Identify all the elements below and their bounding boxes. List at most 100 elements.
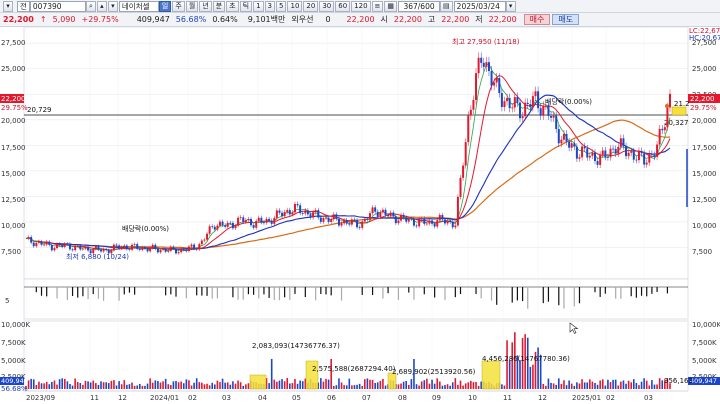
interval-30-button[interactable]: 30 bbox=[319, 0, 335, 12]
interval-3-button[interactable]: 3 bbox=[264, 0, 276, 12]
candle-body bbox=[438, 215, 441, 221]
arrow-down-icon[interactable]: ▾ bbox=[107, 0, 118, 12]
interval-120-button[interactable]: 120 bbox=[351, 0, 371, 12]
volume-bar bbox=[144, 385, 146, 389]
buy-button[interactable]: 매수 bbox=[523, 14, 551, 25]
volume-bar bbox=[151, 382, 154, 389]
candle-body bbox=[415, 225, 418, 227]
time-tick: 11 bbox=[90, 394, 99, 402]
candle-body bbox=[314, 210, 317, 213]
candle-body bbox=[185, 249, 188, 252]
period-second-button[interactable]: 초 bbox=[226, 0, 239, 12]
candle-body bbox=[557, 129, 560, 144]
indicator-bar bbox=[325, 287, 327, 295]
menu-icon[interactable]: ▾ bbox=[3, 0, 13, 12]
interval-5-button[interactable]: 5 bbox=[276, 0, 287, 12]
arrow-up-icon[interactable]: ▴ bbox=[96, 0, 107, 12]
change-arrow-icon: ↑ bbox=[39, 15, 47, 24]
volume-left-pct: 56.68% bbox=[1, 385, 28, 393]
indicator-bar bbox=[196, 287, 198, 296]
candle-body bbox=[345, 220, 348, 224]
interval-10-button[interactable]: 10 bbox=[287, 0, 303, 12]
volume-bar bbox=[283, 381, 286, 389]
candle-body bbox=[663, 127, 666, 131]
indicator-bar bbox=[232, 287, 234, 298]
period-year-button[interactable]: 년 bbox=[199, 0, 212, 12]
volume-bar bbox=[583, 382, 586, 389]
volume-bar bbox=[138, 383, 141, 389]
interval-60-button[interactable]: 60 bbox=[335, 0, 351, 12]
candle-body bbox=[635, 159, 638, 161]
calendar-icon[interactable]: ▤ bbox=[440, 0, 453, 12]
interval-1-button[interactable]: 1 bbox=[253, 0, 264, 12]
candle-body bbox=[462, 165, 465, 178]
candle-body bbox=[539, 108, 542, 116]
search-icon[interactable]: ⌕ bbox=[85, 0, 96, 12]
volume-bar bbox=[591, 381, 594, 389]
stock-code-input[interactable]: 007390 bbox=[29, 0, 86, 12]
ownership-value: 0 bbox=[325, 15, 331, 24]
candle-body bbox=[588, 155, 591, 158]
market-select[interactable]: 전 bbox=[17, 0, 30, 12]
volume-bar bbox=[102, 382, 105, 389]
sell-button[interactable]: 매도 bbox=[552, 14, 580, 25]
volume-bar bbox=[431, 379, 433, 389]
indicator-bar bbox=[330, 287, 332, 296]
volume-bar bbox=[457, 384, 459, 389]
candle-body bbox=[531, 96, 534, 108]
date-dropdown-icon[interactable]: ▾ bbox=[505, 0, 516, 12]
time-tick: 2023/09 bbox=[26, 394, 55, 402]
volume-bar bbox=[607, 379, 609, 389]
stock-chart[interactable]: 27,500 25,000 22,500 20,000 17,500 15,00… bbox=[0, 27, 720, 404]
volume-annotation: 4,456,286(14767780.36) bbox=[482, 355, 570, 363]
bar-count-input[interactable]: 367/600 bbox=[398, 0, 441, 12]
list-icon[interactable]: ≡ bbox=[371, 0, 384, 12]
candle-body bbox=[568, 141, 571, 148]
candle-body bbox=[542, 105, 545, 116]
date-input[interactable]: 2025/03/24 bbox=[453, 0, 506, 12]
period-week-button[interactable]: 주 bbox=[172, 0, 185, 12]
volume-bar bbox=[643, 378, 645, 389]
period-tick-button[interactable]: 틱 bbox=[239, 0, 253, 12]
volume-bar bbox=[612, 379, 614, 389]
volume-bar bbox=[338, 378, 340, 389]
indicator-bar bbox=[263, 287, 265, 295]
volume-bar bbox=[656, 384, 658, 389]
price-tick-left: 12,500 bbox=[1, 196, 26, 204]
volume-bar bbox=[126, 384, 128, 389]
volume-bar bbox=[128, 384, 131, 389]
candle-body bbox=[325, 217, 328, 219]
high-label: 고 bbox=[427, 15, 436, 24]
interval-20-button[interactable]: 20 bbox=[303, 0, 319, 12]
candle-body bbox=[332, 214, 335, 220]
candle-body bbox=[487, 62, 490, 72]
candle-body bbox=[112, 244, 115, 251]
candle-body bbox=[252, 225, 255, 228]
candle-body bbox=[516, 97, 519, 103]
volume-bar bbox=[627, 380, 630, 389]
candle-body bbox=[376, 211, 379, 218]
candle-body bbox=[48, 241, 51, 245]
indicator-bar bbox=[578, 287, 581, 304]
candle-body bbox=[206, 233, 209, 240]
grid-icon[interactable]: ▦ bbox=[384, 0, 398, 12]
candle-body bbox=[666, 107, 669, 128]
volume-bar bbox=[596, 384, 599, 389]
volume-bar bbox=[407, 384, 410, 389]
candle-body bbox=[560, 139, 563, 144]
volume-bar bbox=[609, 382, 612, 389]
candle-body bbox=[56, 243, 59, 249]
candle-body bbox=[275, 210, 278, 218]
indicator-bar bbox=[252, 287, 255, 295]
candle-body bbox=[420, 218, 423, 220]
indicator-bar bbox=[242, 287, 244, 300]
period-month-button[interactable]: 월 bbox=[185, 0, 199, 12]
indicator-bar bbox=[268, 287, 270, 298]
volume-bar bbox=[154, 380, 157, 389]
time-tick: 10 bbox=[468, 394, 477, 402]
period-minute-button[interactable]: 분 bbox=[212, 0, 226, 12]
indicator-panel bbox=[23, 278, 689, 320]
candle-body bbox=[604, 150, 607, 157]
volume-bar bbox=[555, 384, 558, 389]
period-day-button[interactable]: 일 bbox=[158, 0, 172, 12]
